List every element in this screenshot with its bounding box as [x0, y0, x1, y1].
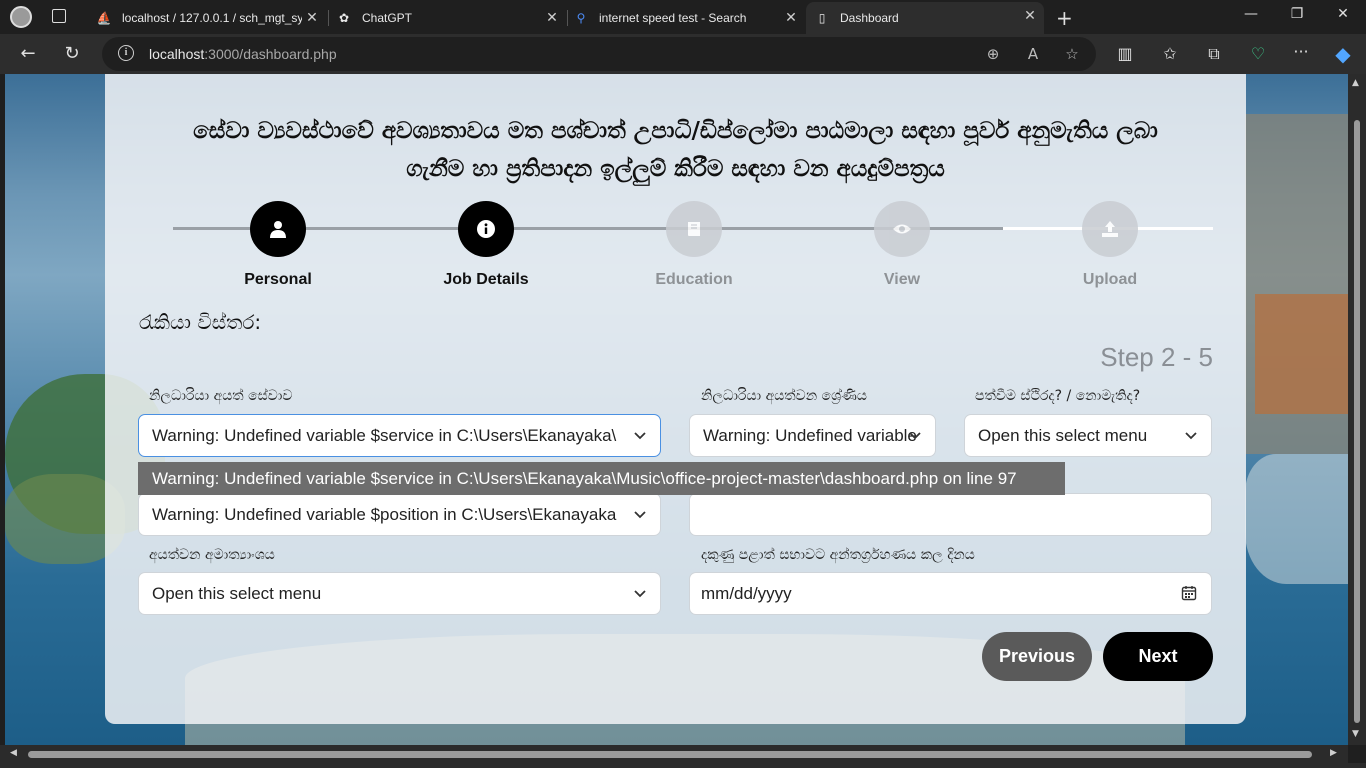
confirmation-select[interactable]: Open this select menu	[964, 414, 1212, 457]
split-screen-icon[interactable]: ▥	[1114, 44, 1136, 63]
info-icon	[477, 220, 495, 238]
step-education[interactable]	[666, 201, 722, 257]
back-icon[interactable]: ←	[16, 43, 40, 65]
tab-chatgpt[interactable]: ✿ ChatGPT ✕	[330, 4, 566, 32]
ministry-select[interactable]: Open this select menu	[138, 572, 661, 615]
step-upload[interactable]	[1082, 201, 1138, 257]
heartbeat-icon[interactable]: ♡	[1247, 44, 1269, 63]
step-label-personal: Personal	[244, 271, 312, 288]
zoom-icon[interactable]: ⊕	[984, 45, 1002, 63]
phpmyadmin-icon: ⛵	[96, 11, 112, 25]
form-title: සේවා ව්‍යවස්ථාවේ අවශ්‍යතාවය මත පශ්චාත් උ…	[193, 118, 1158, 182]
eye-icon	[893, 224, 911, 234]
tab-actions-icon[interactable]	[52, 9, 66, 23]
previous-button[interactable]: Previous	[982, 632, 1092, 681]
confirmation-label: පත්වීම ස්ථිරද? / නොමැතිද?	[975, 388, 1141, 404]
minimize-icon[interactable]: —	[1241, 6, 1261, 22]
new-tab-button[interactable]: +	[1056, 6, 1073, 30]
service-dropdown-option[interactable]: Warning: Undefined variable $service in …	[138, 462, 1065, 495]
tab-title: ChatGPT	[362, 11, 413, 25]
step-label-education: Education	[655, 271, 733, 288]
chevron-down-icon	[1185, 432, 1197, 440]
document-icon: ▯	[818, 11, 826, 25]
profile-avatar[interactable]	[10, 6, 32, 28]
service-select[interactable]: Warning: Undefined variable $service in …	[138, 414, 661, 457]
tab-title: Dashboard	[840, 11, 899, 25]
browser-tab-bar: ⛵ localhost / 127.0.0.1 / sch_mgt_sy ✕ ✿…	[0, 0, 1366, 34]
ministry-label: අයත්වන අමාත්‍යාංශය	[149, 547, 275, 563]
read-aloud-icon[interactable]: A	[1024, 45, 1042, 63]
close-tab-icon[interactable]: ✕	[783, 9, 799, 26]
user-icon	[270, 221, 286, 238]
step-label-upload: Upload	[1082, 271, 1138, 288]
chevron-down-icon	[909, 432, 921, 440]
restore-icon[interactable]: ❐	[1287, 6, 1307, 22]
refresh-icon[interactable]: ↻	[60, 43, 84, 65]
close-tab-icon[interactable]: ✕	[1022, 7, 1038, 24]
book-icon	[688, 222, 700, 236]
favorites-icon[interactable]: ✩	[1159, 44, 1181, 63]
favorite-star-icon[interactable]: ☆	[1063, 45, 1081, 63]
application-form-card: සේවා ව්‍යවස්ථාවේ අවශ්‍යතාවය මත පශ්චාත් උ…	[105, 74, 1246, 724]
step-job-details[interactable]	[458, 201, 514, 257]
tab-title: internet speed test - Search	[599, 11, 747, 25]
chevron-down-icon	[634, 511, 646, 519]
chevron-down-icon	[634, 590, 646, 598]
service-label: නිලධාරියා අයත් සේවාව	[149, 388, 293, 404]
collections-icon[interactable]: ⧉	[1203, 44, 1225, 64]
position-select[interactable]: Warning: Undefined variable $position in…	[138, 493, 661, 536]
join-date-input[interactable]: mm/dd/yyyy	[689, 572, 1212, 615]
copilot-icon[interactable]: ◆	[1332, 42, 1354, 66]
step-label-view: View	[883, 271, 921, 288]
close-tab-icon[interactable]: ✕	[544, 9, 560, 26]
more-options-icon[interactable]: ···	[1290, 42, 1312, 61]
chevron-down-icon	[634, 432, 646, 440]
upload-icon	[1102, 221, 1118, 237]
grade-label: නිලධාරියා අයත්වන ශ්‍රේණිය	[701, 388, 867, 404]
tab-dashboard[interactable]: ▯ Dashboard ✕	[806, 2, 1044, 34]
join-date-label: දකුණු පළාත් සභාවට අන්තර්ග්‍රහණය කල දිනය	[701, 547, 975, 563]
close-tab-icon[interactable]: ✕	[304, 9, 320, 26]
horizontal-scrollbar[interactable]: ◀ ▶	[0, 745, 1348, 763]
tab-phpmyadmin[interactable]: ⛵ localhost / 127.0.0.1 / sch_mgt_sy ✕	[90, 4, 326, 32]
tab-title: localhost / 127.0.0.1 / sch_mgt_sy	[122, 11, 302, 25]
section-title: රැකියා විස්තර:	[139, 310, 262, 334]
vertical-scrollbar[interactable]: ▲ ▼	[1348, 74, 1366, 745]
step-view[interactable]	[874, 201, 930, 257]
calendar-icon[interactable]	[1181, 585, 1197, 601]
step-counter: Step 2 - 5	[1100, 342, 1213, 372]
tab-search[interactable]: ⚲ internet speed test - Search ✕	[569, 4, 805, 32]
url-text: localhost:3000/dashboard.php	[149, 46, 337, 62]
step-label-job-details: Job Details	[443, 271, 529, 288]
address-bar[interactable]: i localhost:3000/dashboard.php ⊕ A ☆	[102, 37, 1096, 71]
next-button[interactable]: Next	[1103, 632, 1213, 681]
site-info-icon[interactable]: i	[118, 45, 134, 61]
browser-nav-bar: ← ↻ i localhost:3000/dashboard.php ⊕ A ☆…	[0, 34, 1366, 74]
step-personal[interactable]	[250, 201, 306, 257]
text-input[interactable]	[689, 493, 1212, 536]
grade-select[interactable]: Warning: Undefined variable	[689, 414, 936, 457]
close-window-icon[interactable]: ✕	[1333, 6, 1353, 22]
search-icon: ⚲	[576, 11, 586, 25]
chatgpt-icon: ✿	[338, 11, 350, 25]
